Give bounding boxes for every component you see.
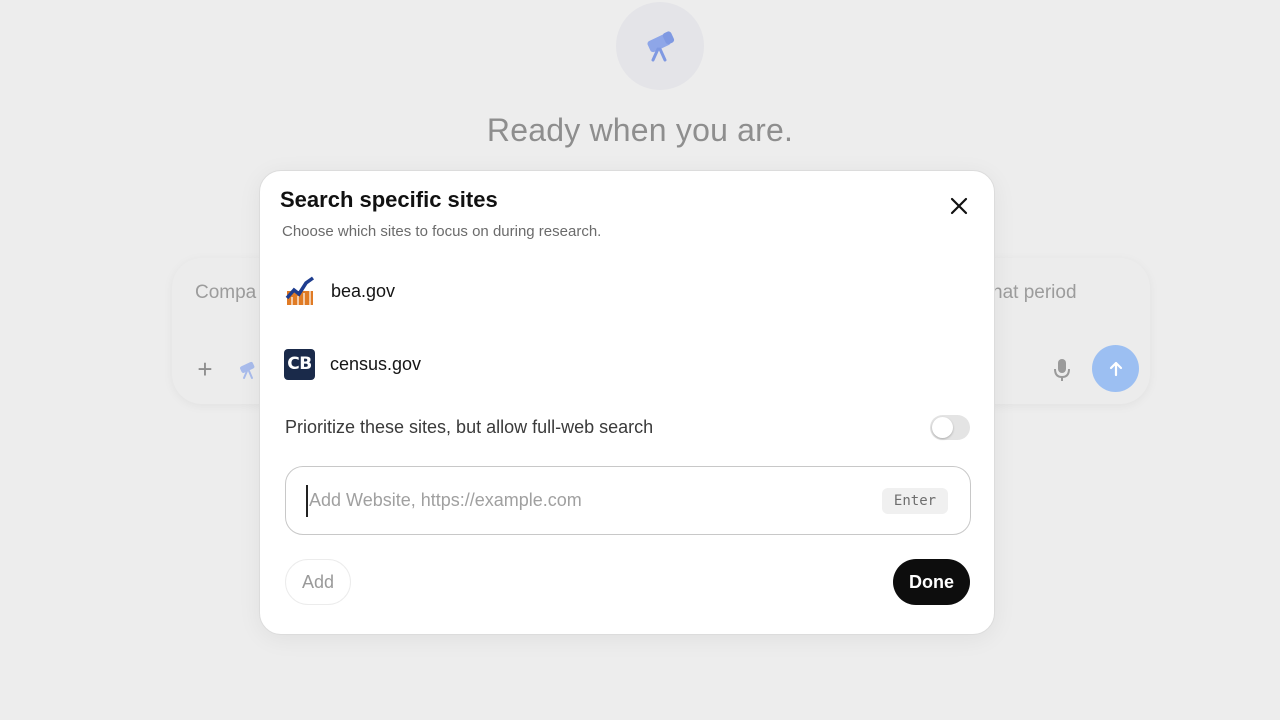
hero-title: Ready when you are.: [486, 112, 794, 148]
site-label: census.gov: [330, 353, 422, 374]
site-item-census[interactable]: CB census.gov: [284, 347, 421, 381]
site-item-bea[interactable]: bea.gov: [284, 274, 395, 308]
telescope-icon: [616, 2, 704, 90]
website-field: Enter: [285, 466, 971, 535]
website-input[interactable]: [306, 484, 871, 517]
arrow-up-icon: [1109, 361, 1122, 376]
toggle-knob: [932, 417, 953, 438]
site-label: bea.gov: [331, 280, 396, 301]
dialog-title: Search specific sites: [280, 187, 498, 212]
bea-logo-icon: [284, 275, 316, 307]
send-button: [1092, 345, 1139, 392]
search-sites-dialog: Search specific sites Choose which sites…: [259, 170, 995, 635]
composer-text-right: hat period: [992, 282, 1077, 303]
census-logo-icon: CB: [284, 348, 315, 380]
composer-text-left: Compa: [195, 282, 257, 303]
prioritize-toggle[interactable]: [930, 415, 970, 440]
done-button[interactable]: Done: [893, 559, 970, 605]
dialog-subtitle: Choose which sites to focus on during re…: [282, 223, 602, 240]
plus-icon: +: [197, 354, 213, 384]
add-button[interactable]: Add: [285, 559, 351, 605]
page: Ready when you are. Compa hat period + S…: [0, 0, 1280, 720]
prioritize-label: Prioritize these sites, but allow full-w…: [285, 417, 654, 437]
close-icon: [950, 197, 968, 215]
microphone-icon: [1050, 356, 1074, 384]
close-button[interactable]: [946, 193, 972, 219]
enter-hint: Enter: [882, 488, 948, 514]
